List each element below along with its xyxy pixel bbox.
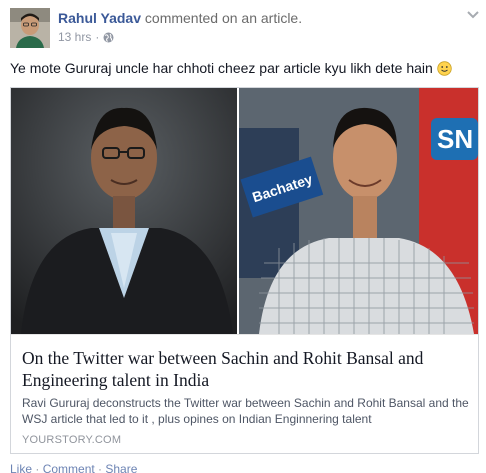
chevron-down-icon[interactable] <box>466 8 480 20</box>
actions-separator: · <box>32 462 43 473</box>
post-message: Ye mote Gururaj uncle har chhoti cheez p… <box>10 60 452 76</box>
photo-left <box>11 88 237 334</box>
share-button[interactable]: Share <box>105 462 137 473</box>
link-title[interactable]: On the Twitter war between Sachin and Ro… <box>22 347 472 391</box>
globe-icon[interactable] <box>103 32 114 43</box>
photo-right: SN Bachatey <box>239 88 478 334</box>
author-name-link[interactable]: Rahul Yadav <box>58 10 141 26</box>
timestamp-link[interactable]: 13 hrs <box>58 30 91 44</box>
link-preview-image[interactable]: SN Bachatey <box>11 88 478 334</box>
comment-button[interactable]: Comment <box>43 462 95 473</box>
avatar[interactable] <box>10 8 50 48</box>
meta-separator: · <box>95 30 100 44</box>
story-header: Rahul Yadav commented on an article. <box>58 10 302 26</box>
story-meta: 13 hrs · <box>58 30 114 44</box>
post-message-text: Ye mote Gururaj uncle har chhoti cheez p… <box>10 60 433 76</box>
smiley-icon <box>437 60 452 76</box>
link-description: Ravi Gururaj deconstructs the Twitter wa… <box>22 396 469 426</box>
shared-link-card[interactable]: SN Bachatey On the Twitter war between S… <box>10 87 479 454</box>
story-action-text: commented on an article. <box>144 10 303 26</box>
feed-story: Rahul Yadav commented on an article. 13 … <box>0 0 486 473</box>
link-source-domain: YOURSTORY.COM <box>22 434 122 446</box>
like-button[interactable]: Like <box>10 462 32 473</box>
right-sign-text: SN <box>437 124 473 154</box>
link-preview-text: On the Twitter war between Sachin and Ro… <box>11 334 478 453</box>
avatar-photo <box>10 8 50 48</box>
actions-separator: · <box>94 462 106 473</box>
story-actions: Like · Comment · Share <box>10 462 137 473</box>
